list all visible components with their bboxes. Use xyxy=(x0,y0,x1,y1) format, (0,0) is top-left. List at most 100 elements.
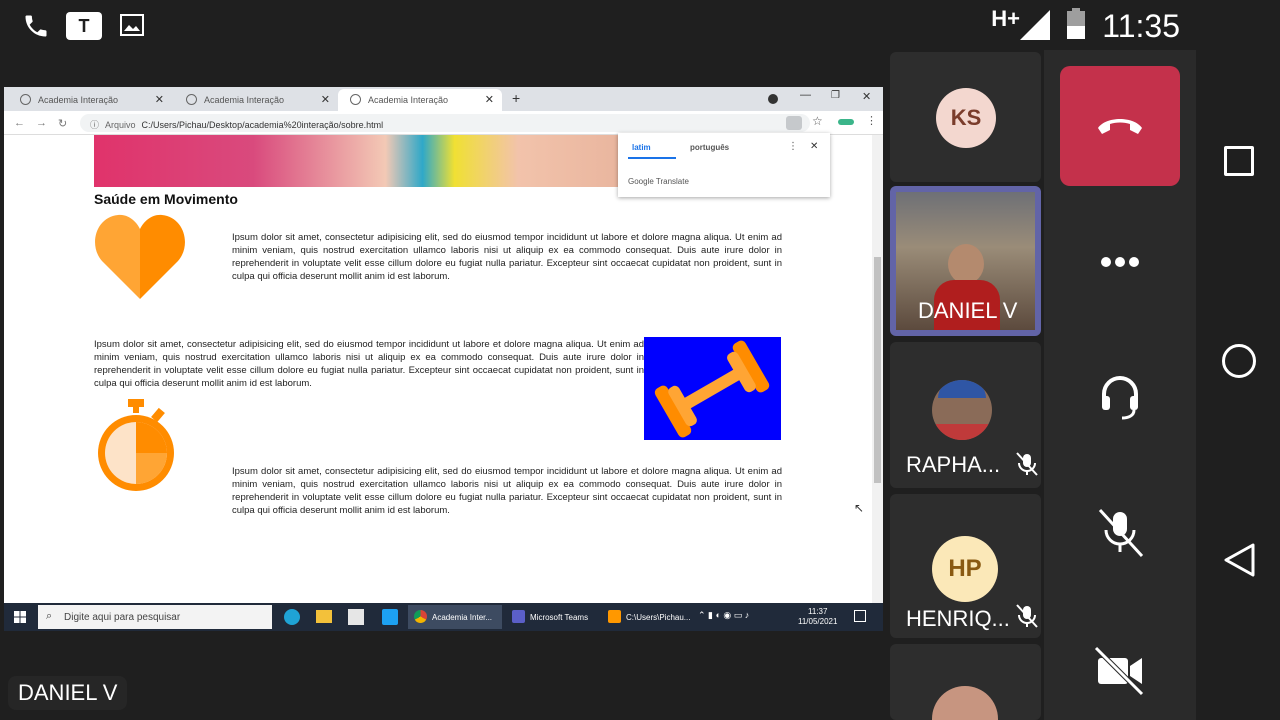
audio-device-button[interactable] xyxy=(1090,366,1150,426)
camera-off-icon xyxy=(1094,646,1144,696)
participant-card[interactable] xyxy=(890,644,1041,720)
tab-label: Academia Interação xyxy=(204,95,285,105)
globe-icon xyxy=(186,94,197,105)
person-head xyxy=(948,244,984,284)
hang-up-button[interactable] xyxy=(1060,66,1180,186)
reload-icon[interactable]: ↻ xyxy=(58,117,67,130)
browser-tab[interactable]: Academia Interação ✕ xyxy=(8,89,172,111)
mic-off-icon xyxy=(1016,604,1038,628)
android-nav-bar xyxy=(1196,0,1280,720)
recents-button[interactable] xyxy=(1224,146,1254,176)
taskbar-app-label: C:\Users\Pichau... xyxy=(626,613,691,622)
signal-icon xyxy=(1020,10,1050,40)
participant-card[interactable]: HP HENRIQ... xyxy=(890,494,1041,638)
translate-close-icon[interactable]: ✕ xyxy=(810,141,818,152)
taskbar-app-teams[interactable]: Microsoft Teams xyxy=(506,605,598,629)
scrollbar-thumb[interactable] xyxy=(874,257,881,483)
search-placeholder: Digite aqui para pesquisar xyxy=(64,612,181,623)
mic-off-icon xyxy=(1016,452,1038,476)
translate-popup: latim português ⋮ ✕ Google Translate xyxy=(618,133,830,197)
participant-name: RAPHA... xyxy=(906,452,1001,477)
tab-bar: Academia Interação ✕ Academia Interação … xyxy=(4,87,883,111)
shirt xyxy=(936,424,988,440)
translate-target-tab[interactable]: português xyxy=(690,143,729,152)
search-icon: ⌕ xyxy=(46,610,53,622)
participant-card[interactable]: KS xyxy=(890,52,1041,182)
participant-name: DANIEL V xyxy=(918,298,1018,323)
store-icon[interactable] xyxy=(348,609,364,625)
tray-icons[interactable]: ⌃ ▮ ◐ ◉ ▭ ♪ xyxy=(698,610,749,621)
network-type: H+ xyxy=(991,6,1020,31)
dumbbell-image xyxy=(644,337,781,440)
avatar: HP xyxy=(932,536,998,602)
taskbar-clock[interactable]: 11:37 11/05/2021 xyxy=(798,607,837,627)
close-window-icon[interactable]: ✕ xyxy=(862,90,871,103)
taskbar-app-sublime[interactable]: C:\Users\Pichau... xyxy=(602,605,694,629)
translate-icon[interactable] xyxy=(786,116,802,130)
avatar: KS xyxy=(936,88,996,148)
cap xyxy=(938,380,986,398)
star-icon[interactable]: ☆ xyxy=(812,114,823,128)
windows-taskbar: ⌕ Digite aqui para pesquisar Academia In… xyxy=(4,603,883,631)
camera-button[interactable] xyxy=(1090,640,1150,700)
browser-tab[interactable]: Academia Interação ✕ xyxy=(174,89,338,111)
battery-icon xyxy=(1067,8,1085,39)
twitter-icon[interactable] xyxy=(382,609,398,625)
participant-name: HENRIQ... xyxy=(906,606,1010,631)
paragraph-1: Ipsum dolor sit amet, consectetur adipis… xyxy=(232,232,782,282)
hang-up-icon xyxy=(1098,119,1142,134)
participant-card-active[interactable]: DANIEL V xyxy=(890,186,1041,336)
globe-icon xyxy=(350,94,361,105)
menu-icon[interactable]: ⋮ xyxy=(866,114,877,127)
taskbar-date: 11/05/2021 xyxy=(798,617,838,626)
home-button[interactable] xyxy=(1222,344,1256,378)
paragraph-2: Ipsum dolor sit amet, consectetur adipis… xyxy=(94,339,644,389)
taskbar-time: 11:37 xyxy=(808,607,828,616)
notifications-icon[interactable] xyxy=(854,610,866,622)
new-tab-icon[interactable]: + xyxy=(512,90,520,106)
close-tab-icon[interactable]: ✕ xyxy=(321,93,330,106)
address-field[interactable]: ⓘ Arquivo C:/Users/Pichau/Desktop/academia… xyxy=(80,114,810,132)
back-icon[interactable]: ← xyxy=(14,117,25,129)
translate-source-tab[interactable]: latim xyxy=(632,143,651,152)
close-tab-icon[interactable]: ✕ xyxy=(485,93,494,106)
mouse-cursor-icon: ↖ xyxy=(854,501,865,515)
more-options-button[interactable] xyxy=(1090,232,1150,292)
paragraph-3: Ipsum dolor sit amet, consectetur adipis… xyxy=(232,466,782,516)
page-title: Saúde em Movimento xyxy=(94,191,238,207)
avatar xyxy=(932,686,998,720)
chrome-icon xyxy=(414,610,427,623)
teams-icon xyxy=(512,610,525,623)
taskbar-app-label: Academia Inter... xyxy=(432,613,493,622)
translate-brand: Google Translate xyxy=(628,177,689,186)
tab-label: Academia Interação xyxy=(368,95,449,105)
translate-menu-icon[interactable]: ⋮ xyxy=(788,141,798,152)
extension-icon[interactable] xyxy=(838,119,854,125)
taskbar-search[interactable]: ⌕ Digite aqui para pesquisar xyxy=(38,605,272,629)
active-tab-underline xyxy=(628,157,676,159)
participant-card[interactable]: RAPHA... xyxy=(890,342,1041,488)
tab-search-icon[interactable] xyxy=(768,94,778,104)
sublime-icon xyxy=(608,610,621,623)
browser-window: Academia Interação ✕ Academia Interação … xyxy=(4,87,883,603)
tab-label: Academia Interação xyxy=(38,95,119,105)
banner-image xyxy=(94,135,624,187)
restore-icon[interactable]: ❐ xyxy=(831,90,840,101)
edge-icon[interactable] xyxy=(284,609,300,625)
dumbbell-icon xyxy=(654,340,770,438)
taskbar-app-chrome[interactable]: Academia Inter... xyxy=(408,605,502,629)
more-icon xyxy=(1101,257,1139,267)
favicon-icon xyxy=(20,94,31,105)
avatar xyxy=(932,380,992,440)
mic-off-icon xyxy=(1098,508,1144,558)
stopwatch-icon xyxy=(98,399,174,491)
mute-button[interactable] xyxy=(1090,502,1150,562)
address-bar-row: ← → ↻ ⓘ Arquivo C:/Users/Pichau/Desktop/ac… xyxy=(4,111,883,135)
forward-icon[interactable]: → xyxy=(36,117,47,129)
minimize-icon[interactable]: — xyxy=(800,89,811,101)
browser-tab-active[interactable]: Academia Interação ✕ xyxy=(338,89,502,111)
file-explorer-icon[interactable] xyxy=(316,610,332,623)
windows-start-icon[interactable] xyxy=(14,611,26,623)
close-tab-icon[interactable]: ✕ xyxy=(155,93,164,106)
back-button[interactable] xyxy=(1222,542,1256,578)
